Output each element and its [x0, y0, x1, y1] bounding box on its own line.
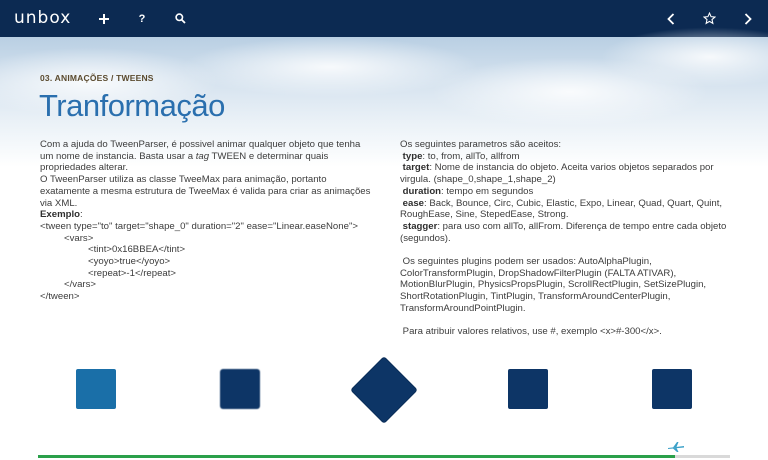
code-line: <tween type="to" target="shape_0" durati… — [40, 220, 358, 232]
tweenmax-paragraph: O TweenParser utiliza as classe TweeMax … — [40, 174, 371, 209]
code-line: </vars> — [64, 279, 96, 291]
param-item: type: to, from, allTo, allfrom — [402, 150, 520, 162]
airplane-icon — [668, 442, 684, 452]
shape-2 — [351, 357, 417, 423]
code-line: <yoyo>true</yoyo> — [88, 256, 171, 268]
params-intro: Os seguintes parametros são aceitos: — [400, 139, 562, 150]
search-icon — [174, 13, 186, 24]
plugins-paragraph: Os seguintes plugins podem ser usados: A… — [400, 256, 707, 314]
section-breadcrumb: 03. ANIMAÇÕES / TWEENS — [40, 73, 154, 83]
shape-4 — [652, 369, 692, 409]
app-logo[interactable]: unbox — [14, 8, 71, 28]
param-item: stagger: para uso com allTo, allFrom. Di… — [400, 220, 727, 244]
plus-icon — [99, 13, 109, 24]
search-button[interactable] — [167, 0, 193, 37]
intro-paragraph: Com a ajuda do TweenParser, é possivel a… — [40, 139, 361, 174]
code-line: <repeat>-1</repeat> — [88, 267, 177, 279]
help-button[interactable]: ? — [129, 0, 155, 37]
param-item: ease: Back, Bounce, Circ, Cubic, Elastic… — [400, 197, 723, 221]
param-item: target: Nome de instancia do objeto. Ace… — [400, 162, 714, 186]
shape-3 — [508, 369, 548, 409]
page-progress-bar[interactable] — [38, 455, 730, 458]
tag-emphasis: tag — [195, 150, 210, 162]
progress-fill — [38, 455, 675, 458]
chevron-right-icon — [744, 12, 752, 25]
add-button[interactable] — [91, 0, 117, 37]
left-column: Com a ajuda do TweenParser, é possivel a… — [40, 139, 375, 303]
star-icon — [702, 12, 716, 25]
shape-1 — [220, 369, 260, 409]
code-line: <vars> — [64, 232, 94, 244]
example-label: Exemplo: — [40, 209, 83, 221]
code-line: </tween> — [40, 291, 80, 303]
relative-values-paragraph: Para atribuir valores relativos, use #, … — [402, 326, 662, 338]
right-column: Os seguintes parametros são aceitos: typ… — [400, 139, 740, 338]
chevron-left-icon — [667, 12, 675, 25]
page-title: Tranformação — [39, 88, 225, 123]
param-item: duration: tempo em segundos — [402, 185, 534, 197]
code-line: <tint>0x16BBEA</tint> — [88, 244, 186, 256]
shape-0 — [76, 369, 116, 409]
